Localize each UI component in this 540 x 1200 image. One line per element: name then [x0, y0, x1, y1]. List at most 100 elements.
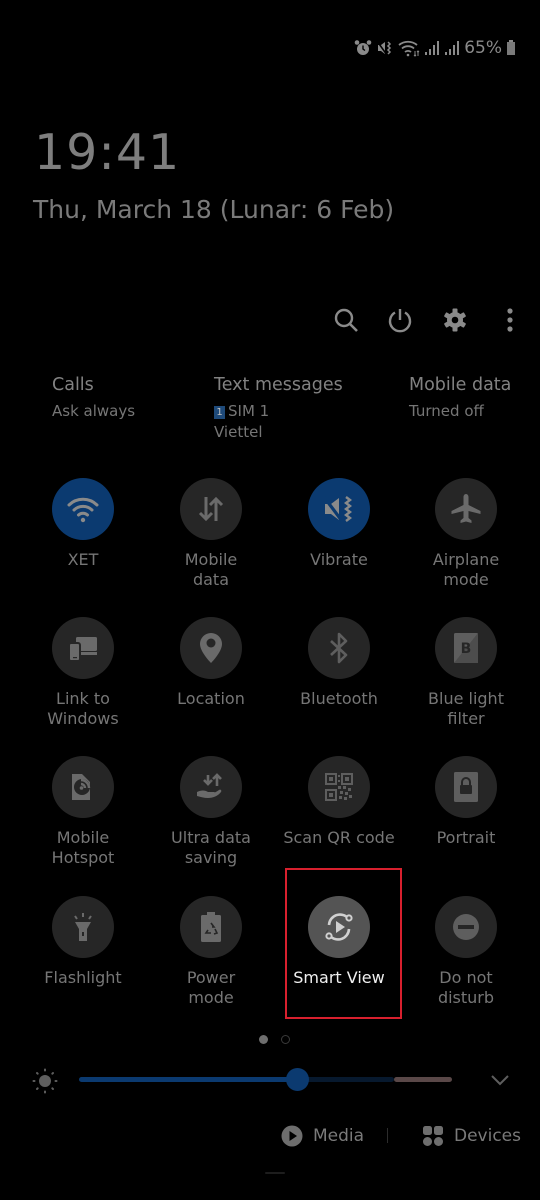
power-button[interactable] — [380, 300, 420, 340]
tile-location-button[interactable] — [180, 617, 242, 679]
tile-scan-qr-code-button[interactable] — [308, 756, 370, 818]
tile-label: Mobile data — [184, 550, 238, 589]
tile-do-not-disturb[interactable]: Do not disturb — [402, 896, 530, 1036]
hotspot-icon — [72, 774, 91, 800]
tile-vibrate-button[interactable] — [308, 478, 370, 540]
sim-calls-title: Calls — [52, 375, 94, 395]
svg-text:B: B — [461, 641, 472, 657]
page-dot-active[interactable] — [259, 1035, 268, 1044]
tile-label: Vibrate — [310, 550, 368, 569]
tile-label: Location — [177, 689, 245, 708]
power-icon — [388, 309, 412, 333]
sim-data-value: Turned off — [409, 402, 484, 420]
signal-sim1-icon — [425, 41, 440, 55]
tile-mobile-hotspot-button[interactable] — [52, 756, 114, 818]
panel-drag-handle[interactable] — [265, 1172, 285, 1174]
sim-calls-value: Ask always — [52, 402, 136, 420]
devices-label: Devices — [454, 1126, 521, 1146]
sim-calls[interactable]: Calls Ask always — [52, 375, 135, 422]
sim-text-messages[interactable]: Text messages 1 SIM 1 Viettel — [214, 375, 343, 443]
page-dot-inactive[interactable] — [281, 1035, 290, 1044]
tile-label: Portrait — [436, 828, 496, 847]
tile-label: XET — [67, 550, 99, 569]
brightness-slider-thumb[interactable] — [286, 1068, 309, 1091]
tile-label: Mobile Hotspot — [51, 828, 115, 867]
tile-mobile-data-button[interactable] — [180, 478, 242, 540]
media-label: Media — [313, 1126, 365, 1146]
wifi-icon — [398, 40, 420, 57]
flashlight-icon — [74, 913, 92, 941]
sim-mobile-data[interactable]: Mobile data Turned off — [409, 375, 511, 422]
vibrate-icon — [322, 496, 352, 522]
more-options-icon — [507, 308, 513, 332]
tile-mobile-hotspot[interactable]: Mobile Hotspot — [19, 756, 147, 896]
tile-vibrate[interactable]: Vibrate — [275, 478, 403, 618]
qr-code-icon — [325, 773, 353, 801]
tile-label: Link to Windows — [47, 689, 119, 728]
tile-wifi-button[interactable] — [52, 478, 114, 540]
location-icon — [200, 633, 222, 663]
tile-link-to-windows[interactable]: Link to Windows — [19, 617, 147, 757]
sim-text-carrier: Viettel — [214, 423, 263, 441]
battery-icon — [507, 40, 515, 55]
sim-data-title: Mobile data — [409, 375, 512, 395]
sim-text-title: Text messages — [214, 375, 343, 395]
vibrate-icon — [376, 40, 392, 56]
tile-portrait-button[interactable] — [435, 756, 497, 818]
mobile-data-icon — [198, 496, 224, 522]
wifi-icon — [67, 497, 99, 523]
sim-badge: 1 — [214, 406, 225, 419]
tile-location[interactable]: Location — [147, 617, 275, 757]
brightness-sun-icon — [32, 1068, 58, 1094]
tile-label: Power mode — [186, 968, 236, 1007]
settings-button[interactable] — [435, 300, 475, 340]
tile-wifi[interactable]: XET — [19, 478, 147, 618]
more-options-button[interactable] — [490, 300, 530, 340]
tile-do-not-disturb-button[interactable] — [435, 896, 497, 958]
do-not-disturb-icon — [453, 914, 479, 940]
battery-percent: 65% — [464, 38, 502, 58]
tile-portrait[interactable]: Portrait — [402, 756, 530, 896]
tile-power-mode-button[interactable] — [180, 896, 242, 958]
signal-sim2-icon — [445, 41, 460, 55]
tile-power-mode[interactable]: Power mode — [147, 896, 275, 1036]
tile-label: Bluetooth — [300, 689, 378, 708]
data-saving-icon — [197, 773, 222, 798]
expand-chevron-down-icon[interactable] — [490, 1073, 510, 1087]
tile-ultra-data-saving-button[interactable] — [180, 756, 242, 818]
tile-mobile-data[interactable]: Mobile data — [147, 478, 275, 618]
tile-label: Scan QR code — [283, 828, 395, 847]
airplane-icon — [451, 494, 481, 523]
bottom-divider — [387, 1128, 388, 1143]
alarm-icon — [354, 40, 372, 55]
sim-text-value: SIM 1 — [228, 402, 270, 420]
tile-airplane-button[interactable] — [435, 478, 497, 540]
portrait-lock-icon — [454, 772, 478, 802]
devices-button[interactable]: Devices — [422, 1122, 521, 1150]
tile-label: Flashlight — [44, 968, 122, 987]
settings-icon — [444, 308, 466, 332]
tile-ultra-data-saving[interactable]: Ultra data saving — [147, 756, 275, 896]
blue-light-filter-icon: B — [454, 633, 478, 663]
tile-label: Blue light filter — [428, 689, 504, 728]
brightness-track-extra[interactable] — [394, 1077, 452, 1082]
tile-bluetooth-button[interactable] — [308, 617, 370, 679]
tile-airplane[interactable]: Airplane mode — [402, 478, 530, 618]
clock-date[interactable]: Thu, March 18 (Lunar: 6 Feb) — [33, 195, 394, 225]
tile-label: Do not disturb — [437, 968, 495, 1007]
tile-flashlight-button[interactable] — [52, 896, 114, 958]
search-button[interactable] — [326, 300, 366, 340]
tile-link-to-windows-button[interactable] — [52, 617, 114, 679]
tile-flashlight[interactable]: Flashlight — [19, 896, 147, 1036]
tile-label: Ultra data saving — [171, 828, 251, 867]
brightness-track-filled[interactable] — [79, 1077, 298, 1082]
tile-blue-light-filter-button[interactable]: B — [435, 617, 497, 679]
brightness-track-empty[interactable] — [298, 1077, 394, 1082]
link-to-windows-icon — [68, 637, 97, 662]
tile-blue-light-filter[interactable]: B Blue light filter — [402, 617, 530, 757]
status-bar: 65% — [354, 36, 516, 60]
tile-bluetooth[interactable]: Bluetooth — [275, 617, 403, 757]
devices-grid-icon — [423, 1126, 443, 1146]
media-button[interactable]: Media — [281, 1122, 364, 1150]
clock-time[interactable]: 19:41 — [34, 128, 180, 177]
